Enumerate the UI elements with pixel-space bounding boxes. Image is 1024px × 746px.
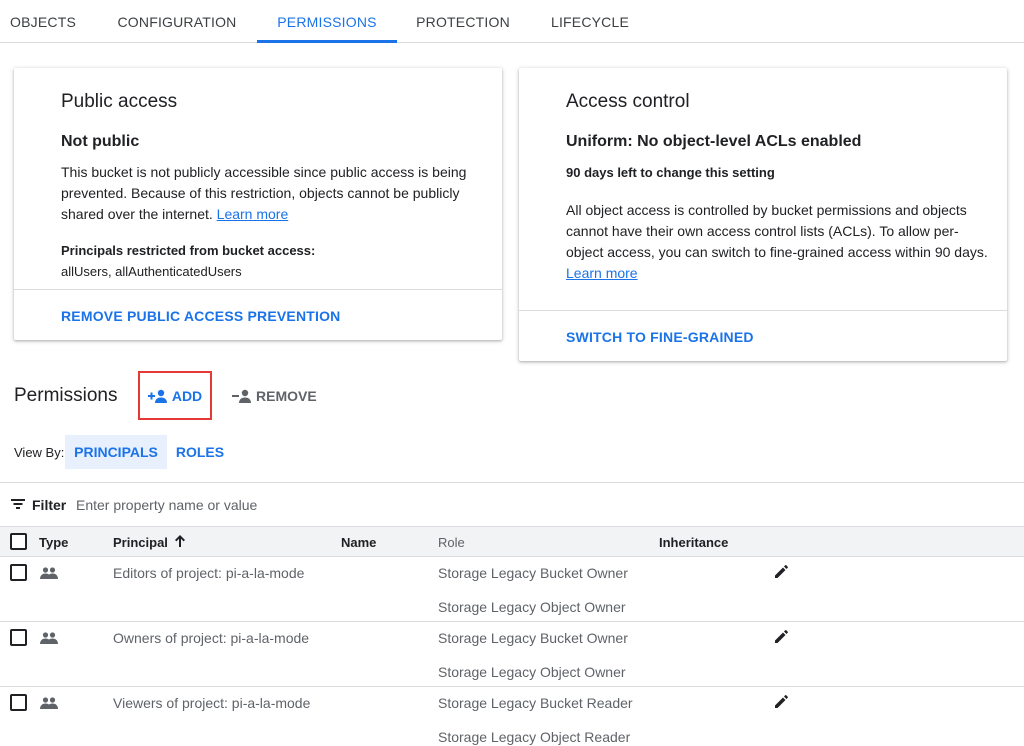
public-access-status: Not public (61, 133, 140, 150)
pencil-edit-icon[interactable] (773, 562, 791, 580)
row-checkbox[interactable] (10, 694, 27, 711)
role-cell: Storage Legacy Object Reader (438, 729, 631, 745)
tab-objects[interactable]: OBJECTS (0, 0, 86, 42)
pencil-edit-icon[interactable] (773, 692, 791, 710)
principal-cell: Viewers of project: pi-a-la-mode (113, 695, 311, 711)
filter-list-icon[interactable] (10, 496, 26, 512)
column-role: Role (438, 535, 465, 550)
divider (519, 310, 1007, 311)
card-title: Access control (566, 91, 690, 112)
tab-configuration[interactable]: CONFIGURATION (112, 0, 242, 42)
role-cell: Storage Legacy Bucket Owner (438, 630, 628, 646)
learn-more-link[interactable]: Learn more (217, 206, 289, 222)
tab-permissions[interactable]: PERMISSIONS (257, 0, 397, 43)
select-all-checkbox[interactable] (10, 533, 27, 550)
group-icon (40, 697, 58, 709)
remove-button-label: REMOVE (256, 388, 317, 404)
filter-input[interactable] (76, 493, 676, 517)
column-type: Type (39, 535, 69, 550)
group-icon (40, 567, 58, 579)
tab-lifecycle[interactable]: LIFECYCLE (543, 0, 637, 42)
person-remove-icon (232, 389, 251, 403)
learn-more-link[interactable]: Learn more (566, 265, 638, 281)
add-button[interactable]: ADD (138, 371, 212, 420)
table-row: Viewers of project: pi-a-la-mode Storage… (0, 687, 1024, 746)
public-access-description: This bucket is not publicly accessible s… (61, 162, 471, 225)
access-control-card: Access control Uniform: No object-level … (519, 68, 1007, 361)
remove-public-access-prevention-button[interactable]: REMOVE PUBLIC ACCESS PREVENTION (61, 308, 341, 324)
divider (14, 289, 502, 290)
public-access-card: Public access Not public This bucket is … (14, 68, 502, 340)
role-cell: Storage Legacy Bucket Reader (438, 695, 633, 711)
person-add-icon (147, 389, 167, 403)
card-title: Public access (61, 91, 178, 112)
pencil-edit-icon[interactable] (773, 627, 791, 645)
principals-restricted-value: allUsers, allAuthenticatedUsers (61, 264, 242, 279)
table-row: Editors of project: pi-a-la-mode Storage… (0, 557, 1024, 622)
column-name: Name (341, 535, 377, 550)
principals-restricted-label: Principals restricted from bucket access… (61, 243, 316, 258)
row-checkbox[interactable] (10, 564, 27, 581)
view-by-label: View By: (14, 445, 65, 460)
role-cell: Storage Legacy Object Owner (438, 664, 626, 680)
tab-protection[interactable]: PROTECTION (410, 0, 516, 42)
group-icon (40, 632, 58, 644)
add-button-label: ADD (171, 387, 203, 404)
principal-cell: Owners of project: pi-a-la-mode (113, 630, 310, 646)
filter-bar: Filter (0, 482, 1024, 526)
table-row: Owners of project: pi-a-la-mode Storage … (0, 622, 1024, 687)
tab-bar: OBJECTS CONFIGURATION PERMISSIONS PROTEC… (0, 0, 1024, 43)
access-control-status: Uniform: No object-level ACLs enabled (566, 133, 862, 150)
filter-label: Filter (32, 497, 67, 513)
arrow-upward-icon[interactable] (172, 533, 188, 549)
row-checkbox[interactable] (10, 629, 27, 646)
principal-cell: Editors of project: pi-a-la-mode (113, 565, 305, 581)
role-cell: Storage Legacy Object Owner (438, 599, 626, 615)
days-left-text: 90 days left to change this setting (566, 165, 775, 180)
view-by-principals-button[interactable]: PRINCIPALS (65, 435, 167, 469)
description-text: All object access is controlled by bucke… (566, 202, 988, 260)
switch-to-fine-grained-button[interactable]: SWITCH TO FINE-GRAINED (566, 329, 754, 345)
role-cell: Storage Legacy Bucket Owner (438, 565, 628, 581)
access-control-description: All object access is controlled by bucke… (566, 200, 988, 284)
remove-button[interactable]: REMOVE (232, 385, 317, 407)
permissions-title: Permissions (14, 385, 118, 406)
view-by-roles-button[interactable]: ROLES (170, 435, 230, 469)
column-principal[interactable]: Principal (113, 535, 168, 550)
table-header: Type Principal Name Role Inheritance (0, 526, 1024, 557)
column-inheritance: Inheritance (659, 535, 729, 550)
